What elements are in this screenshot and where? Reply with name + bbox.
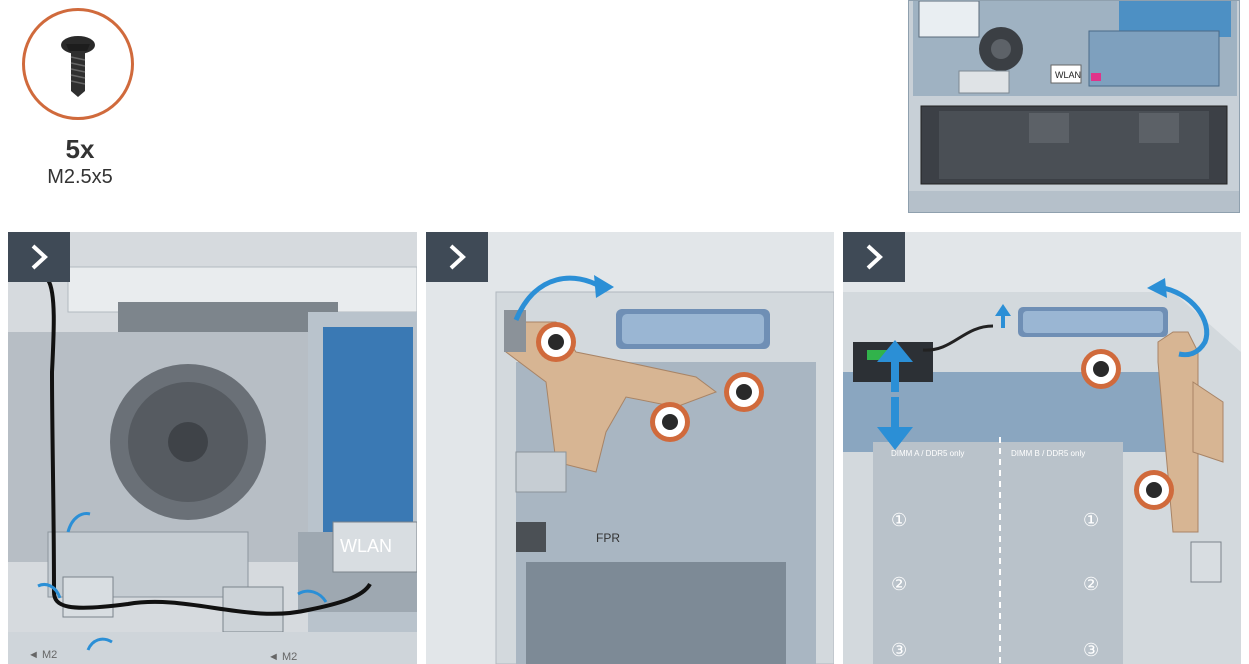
dimm-b-step-2: ② (1083, 574, 1099, 595)
chevron-right-icon (449, 244, 466, 270)
dimm-a-step-1: ① (891, 510, 907, 531)
dimm-b-step-1: ① (1083, 510, 1099, 531)
dimm-b-step-3: ③ (1083, 640, 1099, 661)
dimm-a-label: DIMM A / DDR5 only (891, 449, 964, 458)
screw-callout (22, 8, 134, 120)
step-tab-3 (843, 232, 905, 282)
overview-wlan-label: WLAN (1055, 70, 1081, 80)
step-panel-2: FPR (426, 232, 834, 664)
chevron-right-icon (866, 244, 883, 270)
dimm-b-label: DIMM B / DDR5 only (1011, 449, 1085, 458)
chevron-right-icon (31, 244, 48, 270)
overview-thumbnail: WLAN (908, 0, 1240, 213)
fpr-label: FPR (596, 531, 620, 545)
m2-label-left: ◄ M2 (28, 649, 57, 661)
dimm-a-step-2: ② (891, 574, 907, 595)
screw-size: M2.5x5 (47, 166, 113, 188)
step-tab-2 (426, 232, 488, 282)
screw-count: 5x (65, 134, 95, 164)
step-panel-3: DIMM A / DDR5 only DIMM B / DDR5 only ① … (843, 232, 1241, 664)
screw-icon (61, 36, 95, 97)
m2-label-right: ◄ M2 (268, 651, 297, 663)
step-panel-1: WLAN ◄ M2 ◄ M2 (8, 232, 417, 664)
wlan-label: WLAN (340, 536, 392, 556)
step-tab-1 (8, 232, 70, 282)
dimm-a-step-3: ③ (891, 640, 907, 661)
